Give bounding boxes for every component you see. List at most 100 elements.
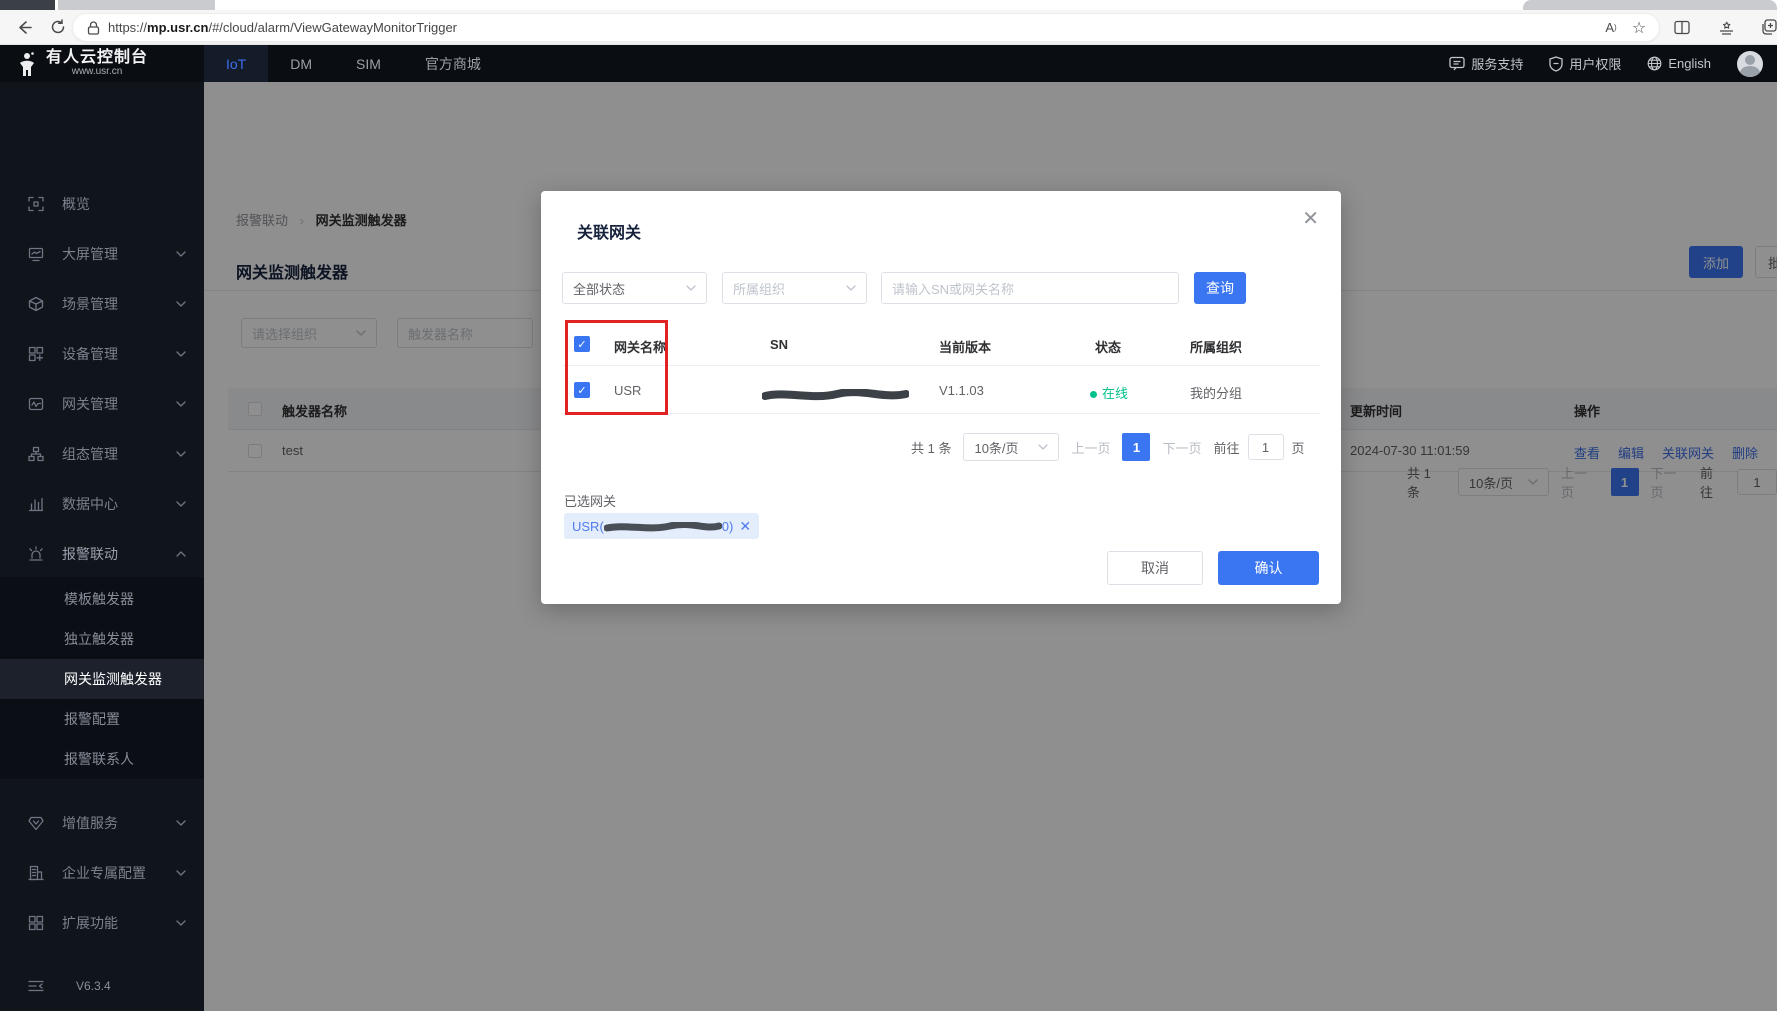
chevron-down-icon (176, 451, 186, 457)
modal-column-status: 状态 (1095, 337, 1121, 356)
modal-select-all-checkbox[interactable]: ✓ (574, 336, 590, 352)
chevron-up-icon (176, 551, 186, 557)
sidebar-item-overview[interactable]: 概览 (0, 184, 204, 224)
app-header: 有人云控制台 www.usr.cn IoT DM SIM 官方商城 服务支持 用… (0, 45, 1777, 82)
lock-icon[interactable] (87, 21, 100, 35)
read-aloud-icon[interactable]: A) (1597, 14, 1625, 42)
submenu-item-alarm-contacts[interactable]: 报警联系人 (0, 739, 204, 779)
chevron-down-icon (176, 251, 186, 257)
version-cell: V1.1.03 (939, 383, 984, 398)
modal-column-sn: SN (770, 337, 788, 352)
remove-tag-icon[interactable]: ✕ (739, 518, 751, 535)
cancel-button[interactable]: 取消 (1107, 551, 1203, 585)
selected-gateway-label: 已选网关 (564, 491, 616, 510)
config-tree-icon (28, 446, 44, 462)
submenu-item-alarm-config[interactable]: 报警配置 (0, 699, 204, 739)
modal-title: 关联网关 (577, 219, 641, 243)
collapse-sidebar-icon[interactable] (28, 980, 44, 992)
modal-prev-page-button[interactable]: 上一页 (1071, 438, 1110, 457)
alarm-icon (28, 546, 44, 562)
chat-icon (1449, 56, 1465, 71)
nav-tab-dm[interactable]: DM (268, 45, 334, 82)
confirm-button[interactable]: 确认 (1218, 551, 1319, 585)
submenu-item-gateway-monitor-trigger[interactable]: 网关监测触发器 (0, 659, 204, 699)
nav-tab-mall[interactable]: 官方商城 (403, 45, 503, 82)
device-icon (28, 346, 44, 362)
modal-goto-page-input[interactable] (1248, 434, 1284, 460)
modal-page-number-1[interactable]: 1 (1122, 433, 1150, 461)
browser-tab-strip (0, 0, 1777, 10)
back-icon[interactable] (10, 13, 38, 41)
logo-subtitle: www.usr.cn (46, 66, 148, 77)
browser-tab[interactable] (58, 0, 215, 10)
nav-tab-iot[interactable]: IoT (204, 45, 268, 82)
gateway-icon (28, 396, 44, 412)
sidebar-item-config-mgmt[interactable]: 组态管理 (0, 434, 204, 474)
modal-pagination: 共 1 条 10条/页 上一页 1 下一页 前往 页 (911, 433, 1305, 461)
modal-column-version: 当前版本 (939, 337, 991, 356)
modal-table-row: ✓ USR V1.1.03 在线 我的分组 (562, 366, 1320, 414)
chevron-down-icon (1038, 444, 1048, 450)
close-icon[interactable]: ✕ (1302, 209, 1319, 229)
alarm-submenu: 模板触发器 独立触发器 网关监测触发器 报警配置 报警联系人 (0, 577, 204, 779)
sidebar-item-extensions[interactable]: 扩展功能 (0, 903, 204, 943)
sidebar-item-scene-mgmt[interactable]: 场景管理 (0, 284, 204, 324)
query-button[interactable]: 查询 (1194, 272, 1246, 304)
value-added-icon (28, 816, 44, 831)
associate-gateway-modal: 关联网关 ✕ 全部状态 所属组织 请输入SN或网关名称 查询 ✓ 网关名称 SN… (541, 191, 1341, 604)
collections-icon[interactable] (1712, 13, 1740, 41)
online-dot-icon (1090, 391, 1097, 398)
scene-cube-icon (28, 296, 44, 312)
logo-person-icon (14, 51, 38, 79)
org-cell: 我的分组 (1190, 383, 1242, 402)
chevron-down-icon (176, 351, 186, 357)
sidebar-item-device-mgmt[interactable]: 设备管理 (0, 334, 204, 374)
url-bar[interactable]: https://mp.usr.cn/#/cloud/alarm/ViewGate… (72, 13, 1660, 42)
gateway-name-cell: USR (614, 383, 641, 398)
submenu-item-template-trigger[interactable]: 模板触发器 (0, 579, 204, 619)
selected-gateway-tag: USR(0) ✕ (564, 513, 759, 539)
browser-tab[interactable] (0, 0, 55, 10)
sidebar-item-alarm-linkage[interactable]: 报警联动 (0, 534, 204, 574)
sidebar-item-screen-mgmt[interactable]: 大屏管理 (0, 234, 204, 274)
logo[interactable]: 有人云控制台 www.usr.cn (14, 49, 148, 79)
sidebar-item-value-added[interactable]: 增值服务 (0, 803, 204, 843)
status-filter-select[interactable]: 全部状态 (562, 272, 707, 304)
chevron-down-icon (846, 285, 856, 291)
support-link[interactable]: 服务支持 (1449, 54, 1523, 73)
submenu-item-independent-trigger[interactable]: 独立触发器 (0, 619, 204, 659)
status-cell: 在线 (1090, 383, 1128, 402)
language-switch[interactable]: English (1647, 56, 1711, 71)
refresh-icon[interactable] (44, 13, 72, 41)
sidebar-item-gateway-mgmt[interactable]: 网关管理 (0, 384, 204, 424)
chevron-down-icon (176, 501, 186, 507)
modal-goto-label: 前往 (1214, 438, 1240, 457)
sidebar: 概览 大屏管理 场景管理 设备管理 网关管理 组态管理 数据中心 报警联动 模板… (0, 82, 204, 1011)
modal-org-select[interactable]: 所属组织 (722, 272, 867, 304)
modal-next-page-button[interactable]: 下一页 (1162, 438, 1201, 457)
browser-tab[interactable] (1523, 0, 1777, 10)
chevron-down-icon (176, 401, 186, 407)
modal-column-org: 所属组织 (1190, 337, 1242, 356)
chevron-down-icon (176, 820, 186, 826)
screen-icon (28, 246, 44, 262)
modal-row-checkbox[interactable]: ✓ (574, 382, 590, 398)
split-screen-icon[interactable] (1668, 13, 1696, 41)
logo-title: 有人云控制台 (46, 49, 148, 66)
avatar[interactable] (1737, 51, 1763, 77)
favorite-star-icon[interactable]: ☆ (1625, 14, 1653, 42)
modal-column-gateway-name: 网关名称 (614, 337, 666, 356)
extensions-grid-icon (28, 915, 44, 931)
redacted-sn (762, 386, 909, 401)
chevron-down-icon (176, 870, 186, 876)
nav-tab-sim[interactable]: SIM (334, 45, 403, 82)
copilot-copy-icon[interactable] (1755, 13, 1777, 41)
sidebar-item-enterprise-config[interactable]: 企业专属配置 (0, 853, 204, 893)
sn-search-input[interactable]: 请输入SN或网关名称 (881, 272, 1179, 304)
permission-link[interactable]: 用户权限 (1549, 54, 1621, 73)
modal-page-size-select[interactable]: 10条/页 (963, 433, 1059, 461)
url-text[interactable]: https://mp.usr.cn/#/cloud/alarm/ViewGate… (108, 20, 457, 35)
version-label: V6.3.4 (76, 979, 111, 993)
sidebar-item-data-center[interactable]: 数据中心 (0, 484, 204, 524)
browser-toolbar: https://mp.usr.cn/#/cloud/alarm/ViewGate… (0, 10, 1777, 45)
